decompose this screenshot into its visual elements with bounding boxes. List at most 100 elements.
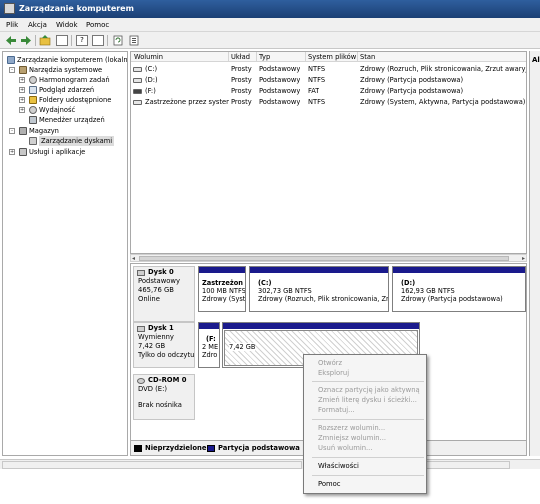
volume-filesystem: NTFS	[308, 76, 326, 84]
tools-icon	[19, 66, 27, 74]
volume-list-scrollbar[interactable]: ◂ ▸	[130, 254, 527, 262]
menu-plik[interactable]: Plik	[6, 21, 18, 29]
partition-bar	[199, 323, 219, 329]
title-bar: Zarządzanie komputerem	[0, 0, 540, 18]
column-layout[interactable]: Układ	[231, 53, 250, 61]
column-divider[interactable]	[228, 52, 229, 62]
volume-row[interactable]: (C:) Prosty Podstawowy NTFS Zdrowy (Rozr…	[131, 64, 526, 75]
disk-icon	[137, 270, 145, 276]
refresh-icon[interactable]	[112, 35, 124, 46]
forward-arrow-icon[interactable]	[20, 35, 32, 46]
partition-d[interactable]: (D:) 162,93 GB NTFS Zdrowy (Partycja pod…	[392, 266, 526, 312]
menu-bar: Plik Akcja Widok Pomoc	[0, 18, 540, 32]
volume-layout: Prosty	[231, 87, 252, 95]
navigation-tree: Zarządzanie komputerem (lokalne) - Narzę…	[2, 51, 128, 456]
help-glyph: ?	[80, 36, 84, 44]
legend-unallocated: Nieprzydzielone	[145, 444, 207, 452]
column-filesystem[interactable]: System plików	[308, 53, 356, 61]
back-arrow-icon[interactable]	[5, 35, 17, 46]
ctx-mark-active[interactable]: Oznacz partycję jako aktywną	[318, 386, 420, 394]
partition-size: 7,42 GB	[229, 343, 256, 351]
help-icon[interactable]: ?	[76, 35, 88, 46]
expand-icon[interactable]: +	[19, 107, 25, 113]
disk0-label[interactable]: Dysk 0 Podstawowy 465,76 GB Online	[133, 266, 195, 322]
tree-label-events: Podgląd zdarzeń	[39, 86, 95, 94]
collapse-icon[interactable]: -	[9, 67, 15, 73]
volume-status: Zdrowy (Rozruch, Plik stronicowania, Zrz…	[360, 65, 526, 73]
volume-layout: Prosty	[231, 65, 252, 73]
show-hide-tree-icon[interactable]	[56, 35, 68, 46]
column-divider[interactable]	[357, 52, 358, 62]
drive-icon	[133, 100, 142, 105]
tree-label-root: Zarządzanie komputerem (lokalne)	[17, 56, 128, 64]
ctx-change-letter[interactable]: Zmień literę dysku i ścieżki...	[318, 396, 417, 404]
tree-label-devices: Menedżer urządzeń	[39, 116, 105, 124]
cdrom0-name: CD-ROM 0	[148, 376, 187, 384]
toolbar-separator	[107, 35, 108, 46]
menu-akcja[interactable]: Akcja	[28, 21, 47, 29]
volume-row[interactable]: (D:) Prosty Podstawowy NTFS Zdrowy (Part…	[131, 75, 526, 86]
properties-icon[interactable]	[92, 35, 104, 46]
disk1-state: Tylko do odczytu	[138, 351, 195, 359]
partition-system-reserved[interactable]: Zastrzeżon 100 MB NTFS Zdrowy (Syst	[198, 266, 246, 312]
menu-widok[interactable]: Widok	[56, 21, 78, 29]
volume-row[interactable]: (F:) Prosty Podstawowy FAT Zdrowy (Party…	[131, 86, 526, 97]
volume-name: (C:)	[145, 65, 158, 73]
ctx-format[interactable]: Formatuj...	[318, 406, 355, 414]
window-title: Zarządzanie komputerem	[19, 4, 134, 13]
disk-management-icon	[29, 137, 37, 145]
tree-label-scheduler: Harmonogram zadań	[39, 76, 110, 84]
expand-icon[interactable]: +	[19, 87, 25, 93]
disk1-label[interactable]: Dysk 1 Wymienny 7,42 GB Tylko do odczytu	[133, 322, 195, 368]
partition-label: Zastrzeżon	[202, 279, 243, 287]
volume-type: Podstawowy	[259, 98, 301, 106]
column-type[interactable]: Typ	[259, 53, 270, 61]
volume-layout: Prosty	[231, 76, 252, 84]
cdrom0-state: Brak nośnika	[138, 401, 182, 409]
toolbar: ?	[0, 32, 540, 49]
ctx-shrink[interactable]: Zmniejsz wolumin...	[318, 434, 386, 442]
collapse-icon[interactable]: -	[9, 128, 15, 134]
ctx-open[interactable]: Otwórz	[318, 359, 342, 367]
ctx-extend[interactable]: Rozszerz wolumin...	[318, 424, 385, 432]
cdrom0-label[interactable]: CD-ROM 0 DVD (E:) Brak nośnika	[133, 374, 195, 420]
clock-icon	[29, 76, 37, 84]
volume-row[interactable]: Zastrzeżone przez system Prosty Podstawo…	[131, 97, 526, 108]
scroll-right-icon[interactable]: ▸	[522, 255, 525, 262]
column-divider[interactable]	[305, 52, 306, 62]
partition-size: 100 MB NTFS	[202, 287, 246, 295]
expand-icon[interactable]: +	[19, 77, 25, 83]
column-volume[interactable]: Wolumin	[134, 53, 163, 61]
volume-list-header: Wolumin Układ Typ System plików Stan	[131, 52, 526, 62]
partition-label: (D:)	[401, 279, 416, 287]
disk1-type: Wymienny	[138, 333, 174, 341]
partition-status: Zdrowy (Partycja podstawowa)	[401, 295, 503, 303]
partition-f[interactable]: (F: 2 ME Zdro	[198, 322, 220, 368]
ctx-delete[interactable]: Usuń wolumin...	[318, 444, 373, 452]
partition-c[interactable]: (C:) 302,73 GB NTFS Zdrowy (Rozruch, Pli…	[249, 266, 389, 312]
volume-type: Podstawowy	[259, 87, 301, 95]
scroll-thumb[interactable]	[139, 256, 509, 261]
device-manager-icon	[29, 116, 37, 124]
column-divider[interactable]	[256, 52, 257, 62]
removable-drive-icon	[133, 89, 142, 94]
expand-icon[interactable]: +	[9, 149, 15, 155]
ctx-help[interactable]: Pomoc	[318, 480, 341, 488]
export-icon[interactable]	[128, 35, 140, 46]
legend-unallocated-swatch	[134, 445, 142, 452]
volume-type: Podstawowy	[259, 76, 301, 84]
legend-primary: Partycja podstawowa	[218, 444, 300, 452]
volume-name: (F:)	[145, 87, 156, 95]
context-menu: Otwórz Eksploruj Oznacz partycję jako ak…	[303, 354, 427, 494]
volume-filesystem: NTFS	[308, 98, 326, 106]
menu-pomoc[interactable]: Pomoc	[86, 21, 109, 29]
tree-label-services: Usługi i aplikacje	[29, 148, 86, 156]
ctx-explore[interactable]: Eksploruj	[318, 369, 349, 377]
ctx-properties[interactable]: Właściwości	[318, 462, 359, 470]
column-status[interactable]: Stan	[360, 53, 375, 61]
volume-layout: Prosty	[231, 98, 252, 106]
expand-icon[interactable]: +	[19, 97, 25, 103]
scroll-left-icon[interactable]: ◂	[132, 255, 135, 262]
computer-icon	[7, 56, 15, 64]
up-folder-icon[interactable]	[39, 35, 51, 46]
